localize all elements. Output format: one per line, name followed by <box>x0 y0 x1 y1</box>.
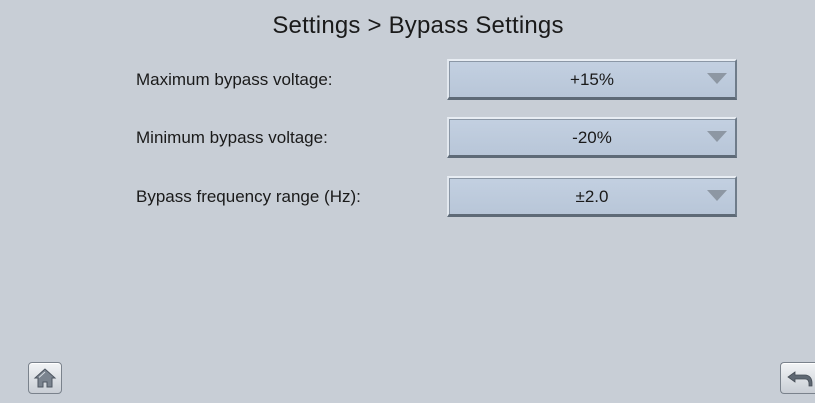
back-arrow-icon <box>787 371 813 387</box>
setting-label: Minimum bypass voltage: <box>136 128 328 147</box>
dropdown-value: -20% <box>572 128 612 147</box>
chevron-down-icon <box>707 190 727 201</box>
home-button[interactable] <box>28 362 62 394</box>
bypass-frequency-range-dropdown[interactable]: ±2.0 <box>447 176 737 217</box>
max-bypass-voltage-dropdown[interactable]: +15% <box>447 59 737 100</box>
page-title: Settings > Bypass Settings <box>272 12 564 39</box>
setting-row-bypass-frequency-range: Bypass frequency range (Hz): ±2.0 <box>0 176 815 220</box>
home-icon <box>33 368 57 388</box>
setting-row-max-bypass-voltage: Maximum bypass voltage: +15% <box>0 59 815 103</box>
chevron-down-icon <box>707 73 727 84</box>
bypass-settings-screen: Settings > Bypass Settings Maximum bypas… <box>0 0 815 403</box>
min-bypass-voltage-dropdown[interactable]: -20% <box>447 117 737 158</box>
back-button[interactable] <box>780 362 815 394</box>
setting-label: Bypass frequency range (Hz): <box>136 187 361 206</box>
setting-row-min-bypass-voltage: Minimum bypass voltage: -20% <box>0 117 815 161</box>
dropdown-value: ±2.0 <box>575 187 609 206</box>
setting-label: Maximum bypass voltage: <box>136 70 333 89</box>
chevron-down-icon <box>707 131 727 142</box>
dropdown-value: +15% <box>570 70 614 89</box>
